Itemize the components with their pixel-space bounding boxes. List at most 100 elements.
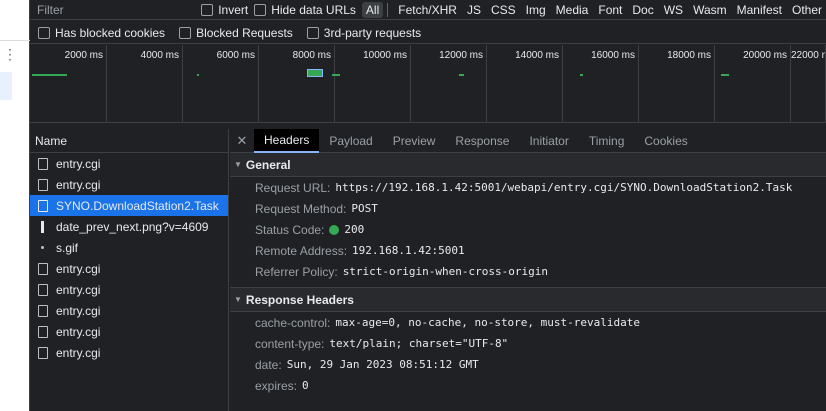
tab-response[interactable]: Response [445,129,519,153]
response-headers-section-header[interactable]: ▼ Response Headers [230,288,826,312]
request-name: entry.cgi [56,303,101,318]
request-row[interactable]: entry.cgi [30,258,228,279]
tick-label: 8000 ms [292,50,331,61]
timeline-bar [197,74,199,76]
header-key: content-type: [255,336,325,351]
request-row[interactable]: entry.cgi [30,342,228,363]
document-icon [38,199,48,212]
divider [387,2,389,17]
general-section-header[interactable]: ▼ General [230,153,826,177]
tick-label: 22000 ms [791,50,825,61]
header-value: strict-origin-when-cross-origin [342,265,548,278]
hide-data-urls-label: Hide data URLs [271,2,356,17]
tab-initiator[interactable]: Initiator [519,129,578,153]
details-tabs: ✕ Headers Payload Preview Response Initi… [230,128,826,153]
page-left-edge: ⋮ [0,0,30,411]
blocked-requests-checkbox[interactable]: Blocked Requests [179,26,293,40]
tick-label: 6000 ms [216,50,255,61]
filter-input[interactable] [34,0,196,19]
timeline-bar [459,74,464,76]
tab-cookies[interactable]: Cookies [634,129,697,153]
filter-bar: Invert Hide data URLs All Fetch/XHR JS C… [30,0,826,20]
hide-data-urls-checkbox[interactable]: Hide data URLs [254,3,356,17]
blocked-cookies-checkbox[interactable]: Has blocked cookies [38,26,165,40]
request-row[interactable]: entry.cgi [30,300,228,321]
document-icon [38,304,48,317]
tick-label: 10000 ms [363,50,407,61]
timeline-tick: 12000 ms [439,45,487,123]
checkbox-box[interactable] [254,3,267,16]
section-title: Response Headers [245,292,354,307]
document-icon [38,283,48,296]
type-filter-all[interactable]: All [361,1,384,18]
header-key: Request URL: [255,180,331,195]
tab-timing[interactable]: Timing [579,129,635,153]
status-ok-icon [329,224,340,235]
more-vertical-icon[interactable]: ⋮ [3,47,17,61]
header-value: Sun, 29 Jan 2023 08:51:12 GMT [286,358,479,371]
request-name: entry.cgi [56,261,101,276]
type-filter-manifest[interactable]: Manifest [733,2,786,18]
request-row[interactable]: s.gif [30,237,228,258]
tick-label: 20000 ms [743,50,787,61]
header-value: 0 [302,379,309,392]
request-name: entry.cgi [56,345,101,360]
timeline-overview[interactable]: 2000 ms 4000 ms 6000 ms 8000 ms 10000 ms… [30,45,826,123]
header-value: text/plain; charset="UTF-8" [329,337,509,350]
tick-label: 18000 ms [667,50,711,61]
tab-payload[interactable]: Payload [319,129,382,153]
content-type-row: content-type: text/plain; charset="UTF-8" [230,333,826,354]
document-icon [38,157,48,170]
request-name: SYNO.DownloadStation2.Task [56,198,219,213]
request-row[interactable]: entry.cgi [30,321,228,342]
request-row[interactable]: date_prev_next.png?v=4609 [30,216,228,237]
timeline-tick: 8000 ms [293,45,335,123]
blocked-cookies-label: Has blocked cookies [55,25,166,40]
request-row[interactable]: entry.cgi [30,153,228,174]
third-party-checkbox[interactable]: 3rd-party requests [306,26,421,40]
type-filter-ws[interactable]: WS [660,2,687,18]
image-icon [41,220,44,233]
checkbox-box[interactable] [179,26,192,39]
tab-preview[interactable]: Preview [383,129,446,153]
close-icon[interactable]: ✕ [230,133,254,149]
request-method-row: Request Method: POST [230,198,826,219]
divider [0,40,30,41]
document-icon [38,325,48,338]
timeline-bar-selected [307,69,323,77]
type-filter-css[interactable]: CSS [487,2,520,18]
request-row[interactable]: entry.cgi [30,174,228,195]
type-filter-other[interactable]: Other [788,2,826,18]
type-filter-img[interactable]: Img [522,2,550,18]
request-row[interactable]: entry.cgi [30,279,228,300]
timeline-tick: 6000 ms [217,45,259,123]
document-icon [38,178,48,191]
filter-bar-secondary: Has blocked cookies Blocked Requests 3rd… [30,22,826,44]
request-name: date_prev_next.png?v=4609 [56,219,209,234]
checkbox-box[interactable] [306,26,319,39]
header-key: expires: [255,378,298,393]
type-filter-media[interactable]: Media [552,2,593,18]
type-filter-js[interactable]: JS [463,2,485,18]
type-filter-font[interactable]: Font [594,2,626,18]
invert-checkbox[interactable]: Invert [201,3,248,17]
type-filter-wasm[interactable]: Wasm [689,2,731,18]
document-icon [38,346,48,359]
timeline-tick: 16000 ms [591,45,639,123]
name-column-header[interactable]: Name [30,129,228,153]
tick-label: 16000 ms [591,50,635,61]
request-row-selected[interactable]: SYNO.DownloadStation2.Task [30,195,228,216]
type-filter-doc[interactable]: Doc [628,2,657,18]
request-url-row: Request URL: https://192.168.1.42:5001/we… [230,177,826,198]
request-name: entry.cgi [56,156,101,171]
checkbox-box[interactable] [38,26,50,39]
triangle-down-icon: ▼ [234,160,242,169]
tick-label: 4000 ms [140,50,179,61]
header-value: max-age=0, no-cache, no-store, must-reva… [335,316,641,329]
header-key: Referrer Policy: [255,264,338,279]
selected-highlight [0,72,12,100]
tab-headers[interactable]: Headers [254,128,320,153]
type-filter-fetch-xhr[interactable]: Fetch/XHR [394,2,461,18]
checkbox-box[interactable] [201,3,214,16]
devtools-network-panel: Invert Hide data URLs All Fetch/XHR JS C… [30,0,826,411]
